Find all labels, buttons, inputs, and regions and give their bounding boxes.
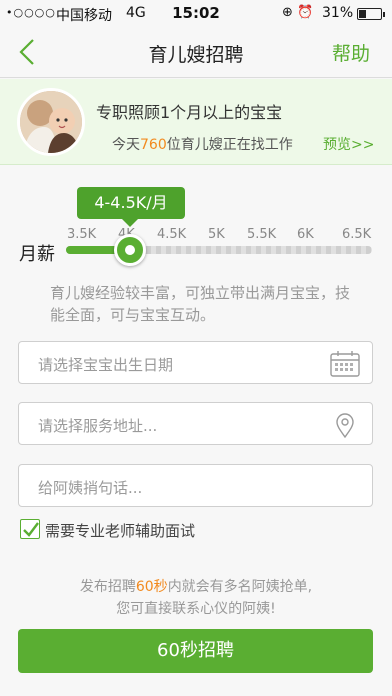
banner-headline: 专职照顾1个月以上的宝宝 — [96, 103, 283, 122]
salary-label: 月薪 — [19, 244, 55, 265]
nav-bar: 育儿嫂招聘 帮助 — [0, 28, 392, 78]
battery-percent: 31% — [322, 5, 354, 21]
sixty-seconds-highlight: 60秒 — [135, 579, 168, 595]
tick-label: 5K — [208, 227, 225, 242]
assist-interview-checkbox[interactable] — [20, 519, 40, 539]
preview-link[interactable]: 预览>> — [323, 134, 374, 154]
lock-alarm-icon: ⊕ ⏰ — [282, 5, 314, 20]
sixty-second-recruit-button[interactable]: 60秒招聘 — [18, 629, 373, 673]
message-placeholder: 给阿姨捎句话... — [38, 479, 143, 497]
location-pin-icon — [336, 413, 354, 438]
calendar-icon — [330, 351, 360, 377]
help-button[interactable]: 帮助 — [332, 39, 370, 66]
banner[interactable]: 专职照顾1个月以上的宝宝 今天760位育儿嫂正在找工作 预览>> — [0, 79, 392, 165]
tick-label: 6.5K — [342, 227, 372, 242]
tick-label: 4.5K — [157, 227, 187, 242]
salary-ticks: 3.5K 4K 4.5K 5K 5.5K 6K 6.5K — [0, 227, 392, 245]
birth-date-placeholder: 请选择宝宝出生日期 — [38, 356, 174, 374]
assist-interview-label[interactable]: 需要专业老师辅助面试 — [45, 520, 195, 541]
nanny-count: 760 — [140, 137, 167, 153]
battery-icon — [357, 8, 385, 20]
salary-slider-handle[interactable] — [114, 234, 146, 266]
post-job-note: 发布招聘60秒内就会有多名阿姨抢单, 您可直接联系心仪的阿姨! — [79, 579, 313, 617]
mother-baby-photo — [17, 88, 85, 156]
birth-date-field[interactable]: 请选择宝宝出生日期 — [18, 341, 373, 384]
tick-label: 5.5K — [247, 227, 277, 242]
service-address-placeholder: 请选择服务地址... — [38, 417, 158, 435]
checkmark-icon — [23, 522, 39, 537]
nanny-level-description: 育儿嫂经验较丰富，可独立带出满月宝宝，技能全面，可与宝宝互动。 — [50, 284, 351, 324]
salary-value-tooltip: 4-4.5K/月 — [77, 187, 185, 227]
tick-label: 6K — [297, 227, 314, 242]
message-field[interactable]: 给阿姨捎句话... — [18, 464, 373, 507]
status-bar: •○○○○ 中国移动 4G 15:02 ⊕ ⏰ 31% — [0, 0, 392, 28]
tick-label: 3.5K — [67, 227, 97, 242]
banner-subtext: 今天760位育儿嫂正在找工作 — [112, 137, 293, 153]
service-address-field[interactable]: 请选择服务地址... — [18, 402, 373, 445]
